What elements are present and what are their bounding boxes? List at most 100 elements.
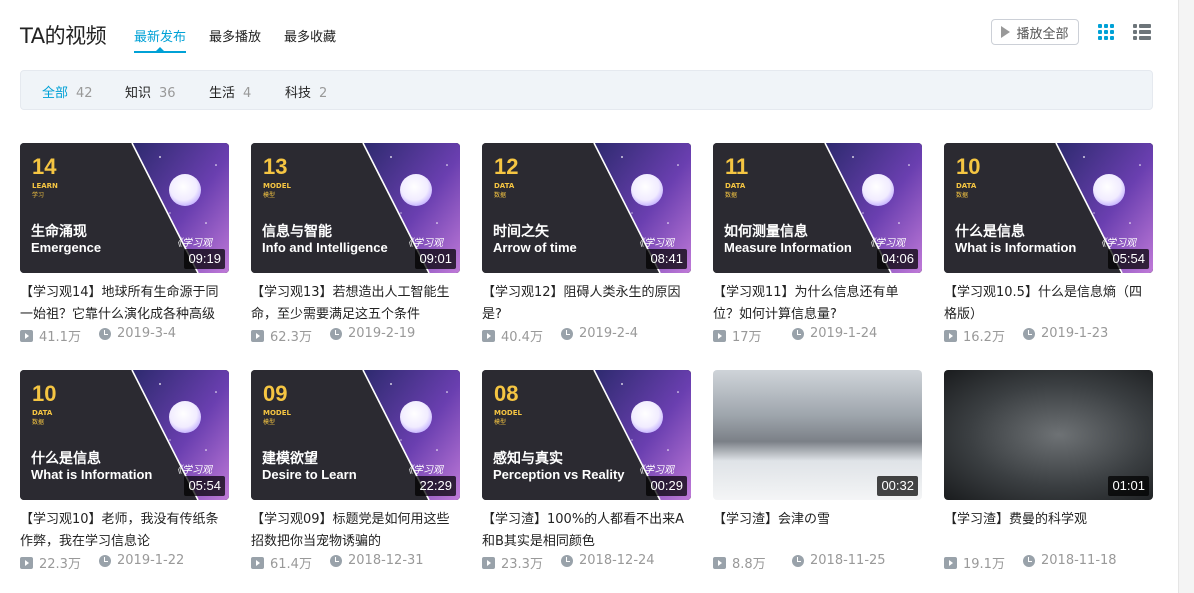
play-count-icon: [944, 556, 957, 569]
video-card[interactable]: 01:01 【学习渣】费曼的科学观 19.1万 2018-11-18: [944, 370, 1154, 573]
tab-active-underline: [134, 51, 187, 53]
upload-date: 2018-12-31: [330, 553, 424, 568]
filter-label: 生活: [209, 86, 236, 101]
video-thumbnail[interactable]: 13 MODEL 模型 信息与智能 Info and Intelligence …: [251, 143, 460, 273]
video-title[interactable]: 【学习观14】地球所有生命源于同一始祖？它靠什么演化成各种高级: [20, 282, 229, 326]
video-thumbnail[interactable]: 09 MODEL 模型 建模欲望 Desire to Learn 《学习观 22…: [251, 370, 460, 500]
video-duration: 09:19: [184, 249, 225, 269]
upload-date-value: 2018-12-31: [348, 553, 424, 568]
upload-date: 2019-3-4: [99, 326, 176, 341]
episode-number: 14: [32, 154, 57, 179]
play-count-icon: [944, 329, 957, 342]
clock-icon: [99, 554, 111, 567]
video-title[interactable]: 【学习观10.5】什么是信息熵（四格版）: [944, 282, 1153, 326]
video-duration: 04:06: [877, 249, 918, 269]
tab-latest[interactable]: 最新发布: [134, 26, 187, 53]
episode-tag-en: DATA: [32, 409, 53, 417]
clock-icon: [1023, 327, 1035, 340]
thumb-title-cn: 建模欲望: [262, 451, 318, 467]
video-title[interactable]: 【学习渣】会津の雪: [713, 509, 922, 553]
episode-tag-cn: 数据: [956, 192, 969, 199]
play-count: 8.8万: [713, 553, 766, 572]
filter-knowledge[interactable]: 知识 36: [125, 82, 176, 101]
episode-tag-en: MODEL: [494, 409, 522, 417]
thumb-brand: 《学习观: [1096, 238, 1136, 249]
upload-date: 2019-1-22: [99, 553, 184, 568]
video-card[interactable]: 12 DATA 数据 时间之矢 Arrow of time 《学习观 08:41…: [482, 143, 692, 346]
thumb-brand: 《学习观: [865, 238, 905, 249]
video-card[interactable]: 14 LEARN 学习 生命涌现 Emergence 《学习观 09:19 【学…: [20, 143, 230, 346]
tab-latest-label: 最新发布: [134, 30, 187, 45]
episode-tag-cn: 学习: [32, 192, 45, 199]
clock-icon: [1023, 554, 1035, 567]
thumb-title-en: Perception vs Reality: [493, 467, 625, 482]
video-meta: 23.3万 2018-12-24: [482, 553, 692, 573]
upload-date-value: 2018-11-25: [810, 553, 886, 568]
clock-icon: [99, 327, 111, 340]
upload-date: 2018-11-18: [1023, 553, 1117, 568]
video-thumbnail[interactable]: 14 LEARN 学习 生命涌现 Emergence 《学习观 09:19: [20, 143, 229, 273]
video-meta: 40.4万 2019-2-4: [482, 326, 692, 346]
video-duration: 00:32: [877, 476, 918, 496]
episode-tag-en: MODEL: [263, 182, 291, 190]
video-title[interactable]: 【学习渣】100%的人都看不出来A和B其实是相同颜色: [482, 509, 691, 553]
video-card[interactable]: 10 DATA 数据 什么是信息 What is Information 《学习…: [944, 143, 1154, 346]
episode-number: 12: [494, 154, 519, 179]
tab-most-favorited[interactable]: 最多收藏: [284, 26, 336, 45]
grid-view-icon[interactable]: [1098, 24, 1116, 40]
clock-icon: [561, 327, 573, 340]
video-title[interactable]: 【学习渣】费曼的科学观: [944, 509, 1153, 553]
list-view-icon[interactable]: [1133, 24, 1151, 40]
video-duration: 00:29: [646, 476, 687, 496]
video-thumbnail[interactable]: 12 DATA 数据 时间之矢 Arrow of time 《学习观 08:41: [482, 143, 691, 273]
episode-number: 13: [263, 154, 288, 179]
video-title[interactable]: 【学习观10】老师，我没有传纸条作弊，我在学习信息论: [20, 509, 229, 553]
video-duration: 05:54: [1108, 249, 1149, 269]
page-scrollbar[interactable]: [1178, 0, 1194, 593]
play-count: 40.4万: [482, 326, 543, 345]
thumb-brand: 《学习观: [172, 465, 212, 476]
video-meta: 62.3万 2019-2-19: [251, 326, 461, 346]
video-title[interactable]: 【学习观09】标题党是如何用这些招数把你当宠物诱骗的: [251, 509, 460, 553]
video-duration: 08:41: [646, 249, 687, 269]
play-count-value: 8.8万: [732, 557, 766, 572]
video-title[interactable]: 【学习观13】若想造出人工智能生命，至少需要满足这五个条件: [251, 282, 460, 326]
video-thumbnail[interactable]: 01:01: [944, 370, 1153, 500]
thumb-title-cn: 时间之矢: [493, 224, 549, 240]
videos-header: TA的视频 最新发布 最多播放 最多收藏 播放全部: [20, 18, 1155, 54]
video-thumbnail[interactable]: 10 DATA 数据 什么是信息 What is Information 《学习…: [20, 370, 229, 500]
episode-tag-cn: 模型: [263, 419, 276, 426]
thumb-brand: 《学习观: [172, 238, 212, 249]
video-thumbnail[interactable]: 10 DATA 数据 什么是信息 What is Information 《学习…: [944, 143, 1153, 273]
video-duration: 05:54: [184, 476, 225, 496]
filter-life[interactable]: 生活 4: [209, 82, 251, 101]
episode-tag-en: MODEL: [263, 409, 291, 417]
episode-tag-en: DATA: [956, 182, 977, 190]
clock-icon: [330, 554, 342, 567]
video-card[interactable]: 13 MODEL 模型 信息与智能 Info and Intelligence …: [251, 143, 461, 346]
play-all-button[interactable]: 播放全部: [991, 19, 1079, 45]
video-meta: 19.1万 2018-11-18: [944, 553, 1154, 573]
episode-tag-cn: 数据: [32, 419, 45, 426]
video-card[interactable]: 08 MODEL 模型 感知与真实 Perception vs Reality …: [482, 370, 692, 573]
video-card[interactable]: 11 DATA 数据 如何测量信息 Measure Information 《学…: [713, 143, 923, 346]
video-card[interactable]: 09 MODEL 模型 建模欲望 Desire to Learn 《学习观 22…: [251, 370, 461, 573]
filter-all[interactable]: 全部 42: [42, 82, 93, 101]
video-card[interactable]: 00:32 【学习渣】会津の雪 8.8万 2018-11-25: [713, 370, 923, 573]
video-thumbnail[interactable]: 08 MODEL 模型 感知与真实 Perception vs Reality …: [482, 370, 691, 500]
upload-date-value: 2019-2-4: [579, 326, 639, 341]
video-card[interactable]: 10 DATA 数据 什么是信息 What is Information 《学习…: [20, 370, 230, 573]
video-title[interactable]: 【学习观11】为什么信息还有单位？如何计算信息量?: [713, 282, 922, 326]
video-duration: 01:01: [1108, 476, 1149, 496]
episode-tag-cn: 模型: [263, 192, 276, 199]
video-thumbnail[interactable]: 11 DATA 数据 如何测量信息 Measure Information 《学…: [713, 143, 922, 273]
video-title[interactable]: 【学习观12】阻碍人类永生的原因是?: [482, 282, 691, 326]
play-count-value: 62.3万: [270, 330, 312, 345]
tab-most-played[interactable]: 最多播放: [209, 26, 261, 45]
play-count-icon: [251, 556, 264, 569]
upload-date: 2019-2-19: [330, 326, 415, 341]
filter-tech[interactable]: 科技 2: [285, 82, 327, 101]
video-thumbnail[interactable]: 00:32: [713, 370, 922, 500]
play-count-value: 19.1万: [963, 557, 1005, 572]
thumb-title-en: Desire to Learn: [262, 467, 357, 482]
